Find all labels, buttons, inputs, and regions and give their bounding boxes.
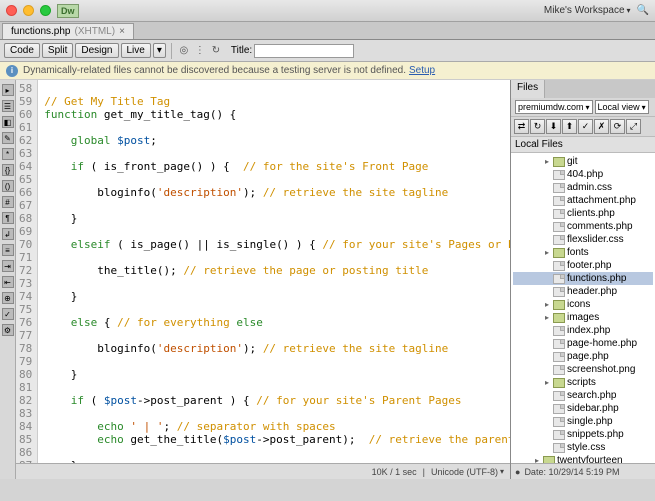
file-row[interactable]: 404.php	[513, 168, 653, 181]
file-tree[interactable]: ▸git404.phpadmin.cssattachment.phpclient…	[511, 153, 655, 463]
line-gutter: 5859606162636465666768697071727374757677…	[16, 80, 38, 463]
workspace-label: Mike's Workspace	[544, 5, 625, 16]
files-statusbar: ● Date: 10/29/14 5:19 PM	[511, 463, 655, 479]
get-icon[interactable]: ⬇	[546, 119, 561, 134]
file-row[interactable]: functions.php	[513, 272, 653, 285]
status-date: Date: 10/29/14 5:19 PM	[524, 467, 619, 477]
tool-icon[interactable]: ⚙	[2, 324, 14, 336]
document-tab[interactable]: functions.php (XHTML) ×	[2, 23, 134, 39]
tool-icon[interactable]: {}	[2, 164, 14, 176]
tool-icon[interactable]: ✓	[2, 308, 14, 320]
tool-icon[interactable]: ▸	[2, 84, 14, 96]
file-row[interactable]: page-home.php	[513, 337, 653, 350]
document-tabbar: functions.php (XHTML) ×	[0, 22, 655, 40]
app-logo: Dw	[57, 4, 79, 18]
put-icon[interactable]: ⬆	[562, 119, 577, 134]
file-row[interactable]: attachment.php	[513, 194, 653, 207]
document-toolbar: Code Split Design Live ▾ ◎ ⋮ ↻ Title:	[0, 40, 655, 62]
files-panel: Files premiumdw.com▾ Local view▾ ⇄ ↻ ⬇ ⬆…	[510, 80, 655, 479]
tool-icon[interactable]: ◧	[2, 116, 14, 128]
folder-row[interactable]: ▸git	[513, 155, 653, 168]
tab-filename: functions.php	[11, 26, 71, 37]
code-area[interactable]: // Get My Title Tag function get_my_titl…	[38, 80, 510, 463]
file-row[interactable]: flexslider.css	[513, 233, 653, 246]
tab-doctype: (XHTML)	[75, 26, 116, 37]
tool-icon[interactable]: ↲	[2, 228, 14, 240]
tool-icon[interactable]: ✎	[2, 132, 14, 144]
refresh-icon[interactable]: ↻	[209, 44, 223, 58]
tool-icon[interactable]: ⊕	[2, 292, 14, 304]
page-title-input[interactable]	[254, 44, 354, 58]
options-icon[interactable]: ⋮	[193, 44, 207, 58]
folder-row[interactable]: ▸twentyfourteen	[513, 454, 653, 463]
code-view-button[interactable]: Code	[4, 43, 40, 58]
panel-tab-files[interactable]: Files	[511, 80, 545, 98]
tool-icon[interactable]: ()	[2, 180, 14, 192]
connect-icon[interactable]: ⇄	[514, 119, 529, 134]
code-editor[interactable]: 5859606162636465666768697071727374757677…	[16, 80, 510, 479]
notice-text: Dynamically-related files cannot be disc…	[23, 65, 406, 76]
status-encoding: Unicode (UTF-8)	[431, 467, 498, 477]
info-icon: i	[6, 65, 18, 77]
split-view-button[interactable]: Split	[42, 43, 73, 58]
file-row[interactable]: snippets.php	[513, 428, 653, 441]
folder-row[interactable]: ▸images	[513, 311, 653, 324]
close-window-button[interactable]	[6, 5, 17, 16]
checkout-icon[interactable]: ✓	[578, 119, 593, 134]
tool-icon[interactable]: ⇥	[2, 260, 14, 272]
panel-tabs: Files	[511, 80, 655, 98]
design-view-button[interactable]: Design	[75, 43, 118, 58]
window-titlebar: Dw Mike's Workspace ▾ 🔍	[0, 0, 655, 22]
file-row[interactable]: comments.php	[513, 220, 653, 233]
expand-icon[interactable]: ⤢	[626, 119, 641, 134]
file-row[interactable]: screenshot.png	[513, 363, 653, 376]
status-size: 10K / 1 sec	[372, 467, 417, 477]
files-toolbar: ⇄ ↻ ⬇ ⬆ ✓ ✗ ⟳ ⤢	[511, 117, 655, 137]
view-dropdown[interactable]: Local view▾	[595, 100, 649, 114]
file-row[interactable]: index.php	[513, 324, 653, 337]
file-row[interactable]: search.php	[513, 389, 653, 402]
file-row[interactable]: clients.php	[513, 207, 653, 220]
zoom-window-button[interactable]	[40, 5, 51, 16]
file-row[interactable]: style.css	[513, 441, 653, 454]
refresh-icon[interactable]: ↻	[530, 119, 545, 134]
sync-icon[interactable]: ⟳	[610, 119, 625, 134]
editor-statusbar: 10K / 1 sec | Unicode (UTF-8) ▾	[16, 463, 510, 479]
minimize-window-button[interactable]	[23, 5, 34, 16]
checkin-icon[interactable]: ✗	[594, 119, 609, 134]
inspect-icon[interactable]: ◎	[177, 44, 191, 58]
site-dropdown[interactable]: premiumdw.com▾	[515, 100, 593, 114]
folder-row[interactable]: ▸icons	[513, 298, 653, 311]
file-row[interactable]: footer.php	[513, 259, 653, 272]
workspace-switcher[interactable]: Mike's Workspace ▾ 🔍	[544, 5, 649, 16]
status-ready-icon: ●	[515, 467, 520, 477]
file-row[interactable]: single.php	[513, 415, 653, 428]
coding-toolbar: ▸ ☰ ◧ ✎ * {} () # ¶ ↲ ≡ ⇥ ⇤ ⊕ ✓ ⚙	[0, 80, 16, 479]
live-view-button[interactable]: Live	[121, 43, 151, 58]
chevron-down-icon: ▾	[627, 6, 631, 15]
search-icon[interactable]: 🔍	[637, 5, 649, 16]
folder-row[interactable]: ▸scripts	[513, 376, 653, 389]
related-files-notice: i Dynamically-related files cannot be di…	[0, 62, 655, 80]
file-row[interactable]: page.php	[513, 350, 653, 363]
tool-icon[interactable]: ¶	[2, 212, 14, 224]
notice-setup-link[interactable]: Setup	[409, 65, 435, 76]
title-label: Title:	[231, 45, 252, 56]
live-dropdown-button[interactable]: ▾	[153, 43, 166, 58]
tool-icon[interactable]: ☰	[2, 100, 14, 112]
file-row[interactable]: header.php	[513, 285, 653, 298]
traffic-lights	[6, 5, 51, 16]
tool-icon[interactable]: ≡	[2, 244, 14, 256]
close-tab-icon[interactable]: ×	[119, 26, 125, 37]
local-files-header: Local Files	[511, 137, 655, 153]
file-row[interactable]: sidebar.php	[513, 402, 653, 415]
tool-icon[interactable]: #	[2, 196, 14, 208]
folder-row[interactable]: ▸fonts	[513, 246, 653, 259]
file-row[interactable]: admin.css	[513, 181, 653, 194]
tool-icon[interactable]: ⇤	[2, 276, 14, 288]
tool-icon[interactable]: *	[2, 148, 14, 160]
separator	[171, 43, 172, 59]
chevron-down-icon[interactable]: ▾	[500, 467, 504, 476]
